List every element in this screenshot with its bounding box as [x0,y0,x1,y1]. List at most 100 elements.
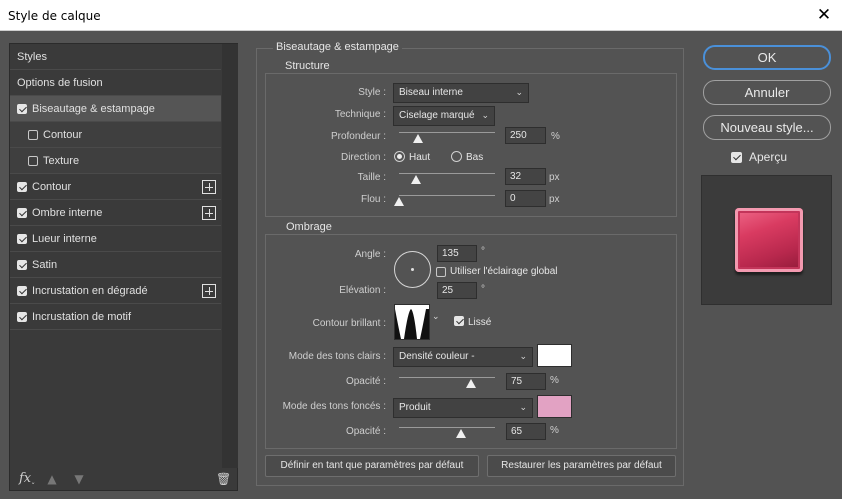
style-dropdown[interactable]: Biseau interne ⌄ [393,83,529,103]
chevron-down-icon[interactable]: ⌄ [432,312,440,322]
altitude-label: Elévation : [339,285,386,296]
size-slider-thumb[interactable] [411,175,422,184]
depth-input[interactable]: 250 [505,127,546,144]
highlight-opacity-unit: % [550,375,559,386]
contour-curve-icon [395,309,429,339]
styles-list: Styles Options de fusion Biseautage & es… [10,44,221,330]
effect-item[interactable]: Incrustation de motif [10,304,221,330]
effect-checkbox[interactable] [17,233,27,244]
shadow-mode-value: Produit [399,402,431,413]
preview-label: Aperçu [749,150,788,164]
effect-item[interactable]: Satin [10,252,221,278]
move-up-icon[interactable]: ▲ [46,472,58,486]
highlight-color-swatch[interactable] [537,344,572,367]
chevron-down-icon: ⌄ [515,88,523,98]
title-bar: Style de calque ✕ [0,0,842,31]
dialog-body: Styles Options de fusion Biseautage & es… [0,31,842,499]
styles-scrollbar[interactable] [222,44,238,468]
altitude-value: 25 [442,285,454,296]
style-value: Biseau interne [399,87,463,98]
preview-checkbox[interactable] [731,152,742,163]
depth-slider-thumb[interactable] [413,134,424,143]
effect-checkbox[interactable] [28,129,38,140]
angle-input[interactable]: 135 [437,245,477,262]
highlight-mode-dropdown[interactable]: Densité couleur - ⌄ [393,347,533,367]
effect-item[interactable]: Biseautage & estampage [10,96,221,122]
size-value: 32 [510,171,522,182]
shadow-opacity-thumb[interactable] [456,429,467,438]
technique-dropdown[interactable]: Ciselage marqué ⌄ [393,106,495,126]
shadow-mode-dropdown[interactable]: Produit ⌄ [393,398,533,418]
effect-item[interactable]: Lueur interne [10,226,221,252]
chevron-down-icon: ⌄ [481,111,489,121]
global-light-label: Utiliser l'éclairage global [450,266,558,277]
highlight-mode-label: Mode des tons clairs : [288,351,386,362]
reset-default-button[interactable]: Restaurer les paramètres par défaut [487,455,676,477]
shadow-opacity-input[interactable]: 65 [506,423,546,440]
effect-checkbox[interactable] [17,311,27,322]
size-unit: px [549,172,560,183]
effect-label: Lueur interne [32,232,97,245]
effect-label: Incrustation de motif [32,310,132,323]
shadow-opacity-track[interactable] [399,427,495,428]
shadow-color-swatch[interactable] [537,395,572,418]
effect-checkbox[interactable] [17,103,27,114]
angle-unit: ° [481,246,485,257]
trash-icon[interactable]: 🗑 [216,472,231,486]
effect-label: Satin [32,258,58,271]
ok-button[interactable]: OK [703,45,831,70]
effect-checkbox[interactable] [17,285,27,296]
direction-down-radio[interactable] [451,151,462,162]
highlight-opacity-value: 75 [511,376,523,387]
gloss-contour-preview[interactable] [394,304,430,340]
blending-options-item[interactable]: Options de fusion [10,70,221,96]
style-preview [701,175,832,305]
effect-item[interactable]: Incrustation en dégradé [10,278,221,304]
preview-thumbnail [735,208,803,272]
effect-checkbox[interactable] [17,259,27,270]
size-slider-track[interactable] [399,173,495,174]
styles-header[interactable]: Styles [10,44,221,70]
effect-label: Incrustation en dégradé [32,284,148,297]
set-default-button[interactable]: Définir en tant que paramètres par défau… [265,455,479,477]
add-effect-icon[interactable] [202,180,216,194]
styles-panel: Styles Options de fusion Biseautage & es… [9,43,238,491]
cancel-button[interactable]: Annuler [703,80,831,105]
effect-label: Contour [43,128,83,141]
altitude-unit: ° [481,284,485,295]
angle-dial-center [411,268,414,271]
soften-input[interactable]: 0 [505,190,546,207]
effect-item[interactable]: Ombre interne [10,200,221,226]
shadow-opacity-value: 65 [511,426,523,437]
highlight-opacity-label: Opacité : [345,376,386,387]
effect-item[interactable]: Texture [10,148,221,174]
effect-checkbox[interactable] [17,181,27,192]
effect-checkbox[interactable] [17,207,27,218]
size-input[interactable]: 32 [505,168,546,185]
highlight-opacity-track[interactable] [399,377,495,378]
add-effect-icon[interactable] [202,284,216,298]
effect-checkbox[interactable] [28,155,38,166]
soften-value: 0 [510,193,516,204]
highlight-opacity-input[interactable]: 75 [506,373,546,390]
direction-up-radio[interactable] [394,151,405,162]
global-light-checkbox[interactable] [436,267,446,277]
antialias-checkbox[interactable] [454,316,464,326]
altitude-input[interactable]: 25 [437,282,477,299]
depth-slider-track[interactable] [399,132,495,133]
effect-item[interactable]: Contour [10,122,221,148]
effect-item[interactable]: Contour [10,174,221,200]
blending-options-label: Options de fusion [17,76,103,89]
soften-slider-track[interactable] [399,195,495,196]
soften-slider-thumb[interactable] [394,197,404,206]
new-style-button[interactable]: Nouveau style... [703,115,831,140]
add-effect-icon[interactable] [202,206,216,220]
effect-label: Contour [32,180,72,193]
highlight-opacity-thumb[interactable] [466,379,476,388]
close-icon[interactable]: ✕ [812,4,836,26]
technique-label: Technique : [334,109,386,120]
move-down-icon[interactable]: ▼ [73,472,85,486]
angle-dial[interactable] [394,251,431,288]
fx-icon[interactable]: fx˯ [19,471,35,486]
depth-label: Profondeur : [330,131,386,142]
